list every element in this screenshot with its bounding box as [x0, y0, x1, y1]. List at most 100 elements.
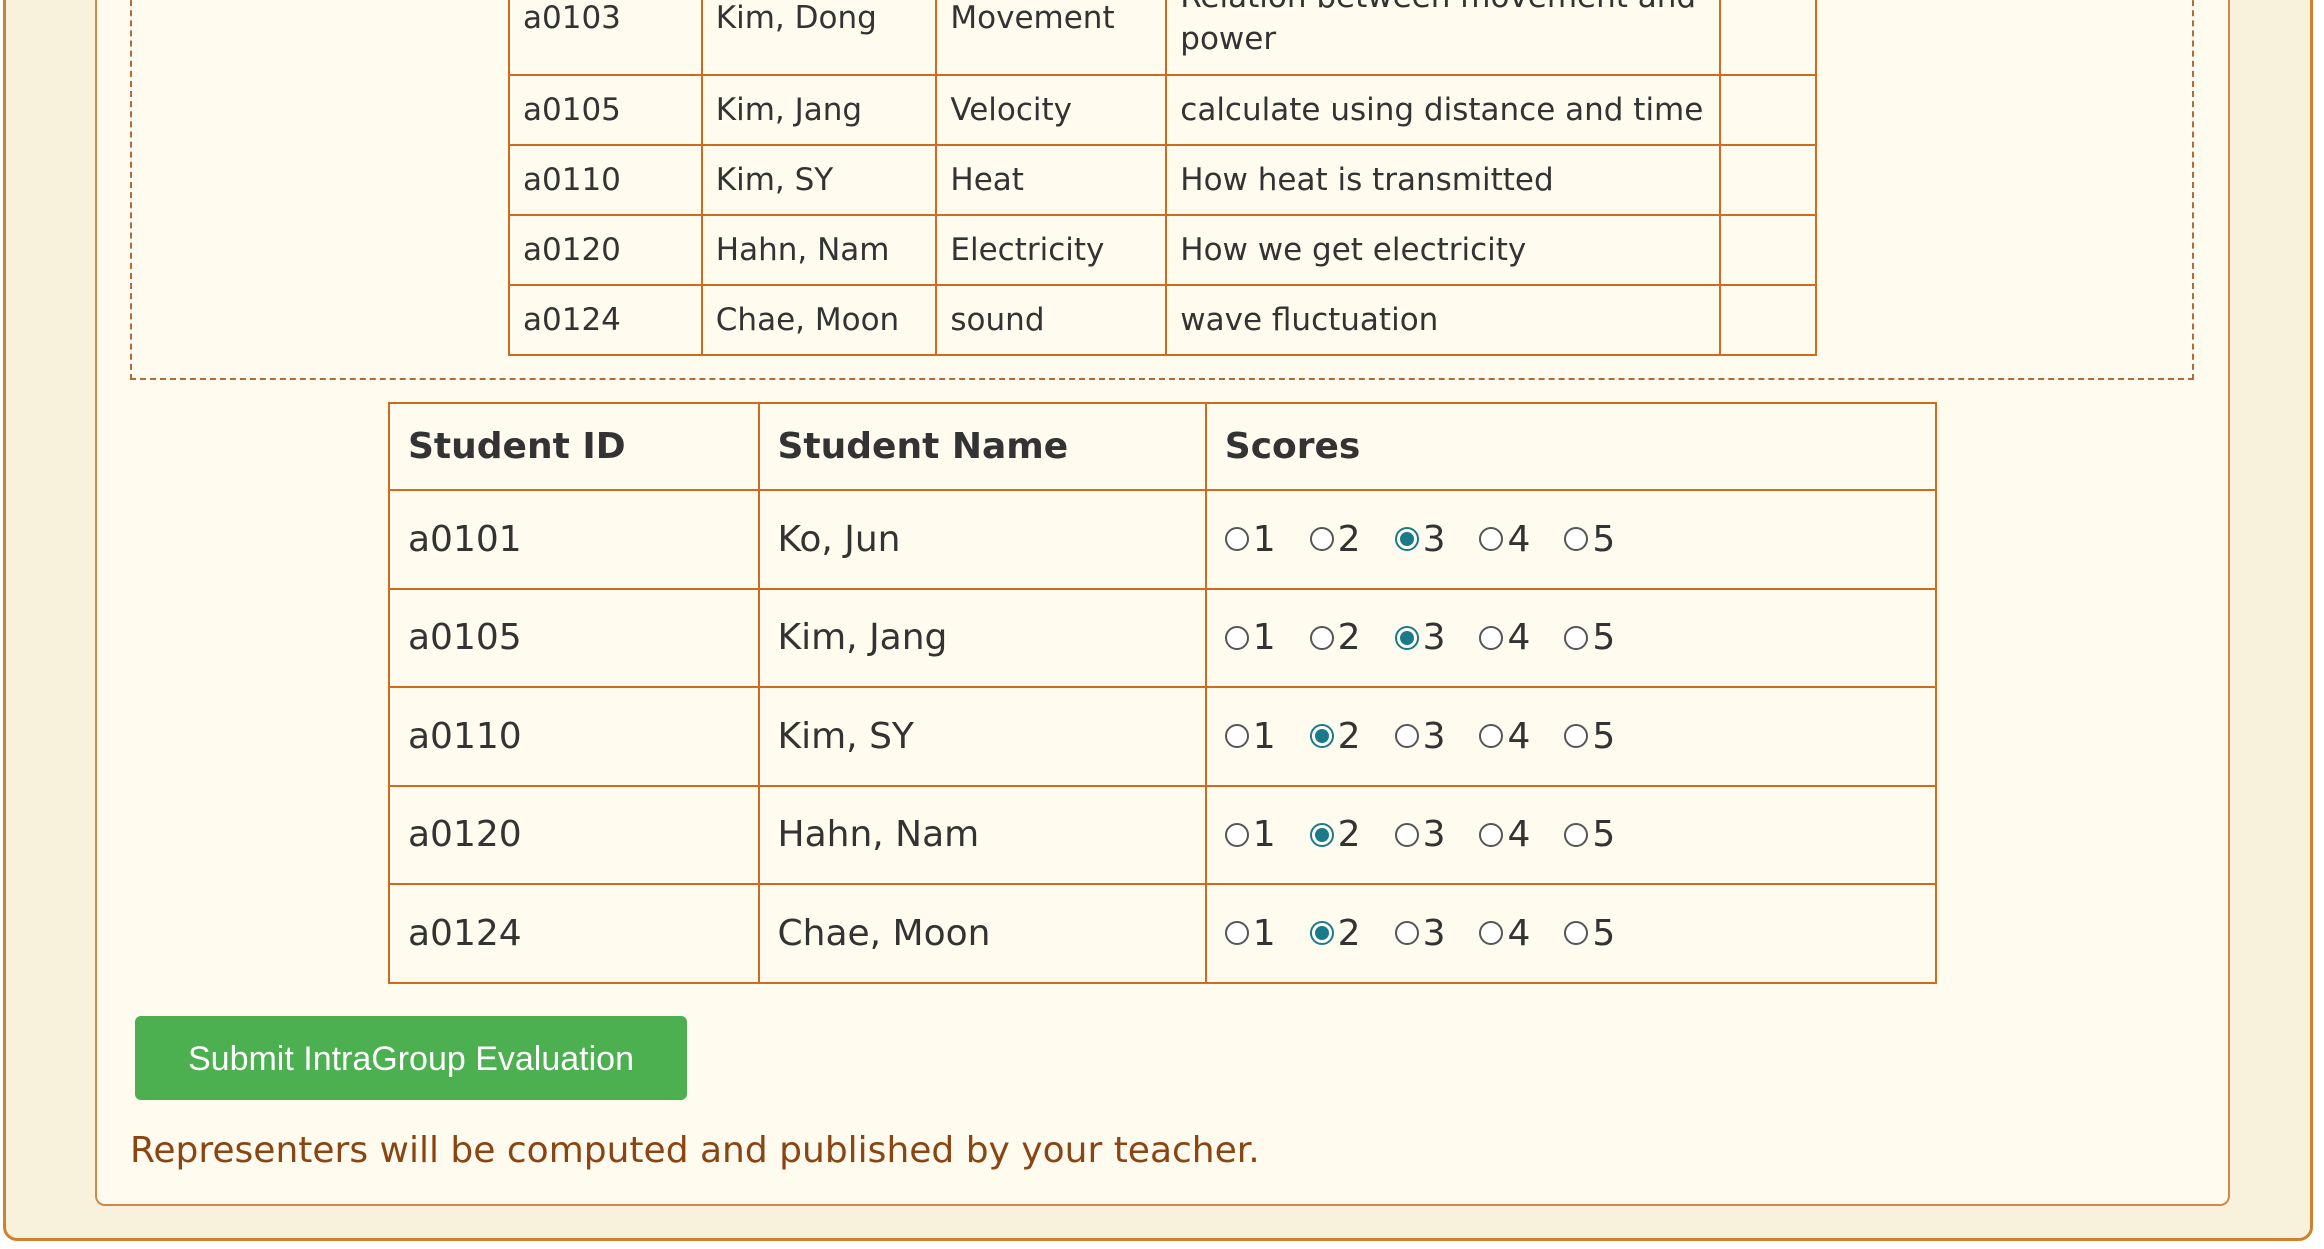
- score-radio[interactable]: [1309, 822, 1334, 847]
- score-option[interactable]: 1: [1224, 617, 1276, 659]
- topic-cell: sound: [935, 284, 1168, 356]
- score-option[interactable]: 4: [1479, 814, 1530, 855]
- score-option-label: 3: [1422, 715, 1446, 757]
- score-option[interactable]: 2: [1309, 814, 1361, 856]
- score-radio[interactable]: [1394, 625, 1419, 650]
- score-option[interactable]: 4: [1479, 617, 1530, 658]
- table-row: a0105 Kim, Jang 1 2 3 4 5: [388, 587, 1938, 688]
- score-radio[interactable]: [1394, 822, 1419, 847]
- score-option[interactable]: 5: [1564, 519, 1615, 560]
- score-option[interactable]: 5: [1564, 913, 1615, 954]
- table-row: a0120 Hahn, Nam 1 2 3 4 5: [388, 784, 1938, 885]
- score-radio[interactable]: [1224, 921, 1249, 946]
- score-option[interactable]: 3: [1394, 519, 1445, 560]
- score-option[interactable]: 1: [1224, 715, 1276, 757]
- score-radio[interactable]: [1309, 625, 1334, 650]
- student-name-cell: Hahn, Nam: [700, 214, 938, 286]
- question-cell: calculate using distance and time: [1165, 74, 1722, 146]
- header-scores: Scores: [1204, 402, 1938, 491]
- score-radio[interactable]: [1309, 921, 1334, 946]
- score-radio[interactable]: [1564, 527, 1589, 552]
- score-table: Student ID Student Name Scores a0101 Ko, …: [388, 402, 1938, 984]
- table-header-row: Student ID Student Name Scores: [388, 402, 1938, 491]
- score-option-label: 4: [1507, 518, 1531, 560]
- student-id-cell: a0101: [388, 489, 760, 590]
- score-radio[interactable]: [1564, 921, 1589, 946]
- extra-cell: [1719, 74, 1817, 146]
- score-option[interactable]: 1: [1224, 814, 1276, 855]
- score-option[interactable]: 3: [1394, 715, 1446, 757]
- student-name-cell: Kim, SY: [700, 144, 938, 216]
- score-option-label: 5: [1592, 715, 1616, 757]
- header-student-name: Student Name: [757, 402, 1207, 491]
- score-radio[interactable]: [1224, 724, 1249, 749]
- question-cell: wave fluctuation: [1165, 284, 1722, 356]
- score-option[interactable]: 2: [1309, 617, 1361, 658]
- score-option-label: 5: [1592, 617, 1616, 659]
- score-option[interactable]: 4: [1479, 716, 1530, 757]
- score-option-label: 4: [1507, 814, 1531, 856]
- score-radio[interactable]: [1309, 527, 1334, 552]
- score-option-label: 1: [1252, 715, 1276, 757]
- score-option[interactable]: 5: [1564, 716, 1615, 757]
- score-radio[interactable]: [1224, 822, 1249, 847]
- table-row: a0120 Hahn, Nam Electricity How we get e…: [508, 214, 1817, 286]
- score-radio[interactable]: [1224, 625, 1249, 650]
- score-options-cell: 1 2 3 4 5: [1204, 587, 1938, 688]
- topic-cell: Electricity: [935, 214, 1168, 286]
- score-option[interactable]: 3: [1394, 814, 1446, 856]
- student-id-cell: a0120: [388, 784, 760, 885]
- score-option[interactable]: 2: [1309, 716, 1361, 757]
- header-student-id: Student ID: [388, 402, 760, 491]
- teacher-note: Representers will be computed and publis…: [130, 1130, 1260, 1171]
- score-option[interactable]: 4: [1479, 913, 1530, 954]
- score-radio[interactable]: [1564, 625, 1589, 650]
- score-radio[interactable]: [1224, 527, 1249, 552]
- score-option[interactable]: 4: [1479, 519, 1530, 560]
- score-radio[interactable]: [1479, 921, 1504, 946]
- table-row: a0101 Ko, Jun 1 2 3 4 5: [388, 489, 1938, 590]
- score-option-label: 5: [1592, 912, 1616, 954]
- score-radio[interactable]: [1564, 724, 1589, 749]
- score-options-cell: 1 2 3 4 5: [1204, 883, 1938, 984]
- extra-cell: [1719, 0, 1817, 76]
- score-option[interactable]: 1: [1224, 518, 1276, 560]
- score-option[interactable]: 5: [1564, 617, 1615, 658]
- student-name-cell: Chae, Moon: [757, 883, 1207, 984]
- score-option[interactable]: 3: [1394, 617, 1445, 658]
- score-option-label: 1: [1252, 617, 1276, 659]
- score-option-label: 2: [1337, 814, 1361, 856]
- topic-cell: Movement: [935, 0, 1168, 76]
- score-radio[interactable]: [1394, 921, 1419, 946]
- score-radio-group: 1 2 3 4 5: [1224, 518, 1917, 560]
- score-radio[interactable]: [1394, 724, 1419, 749]
- student-name-cell: Hahn, Nam: [757, 784, 1207, 885]
- score-radio[interactable]: [1479, 724, 1504, 749]
- score-radio[interactable]: [1479, 527, 1504, 552]
- score-radio[interactable]: [1309, 724, 1334, 749]
- student-name-cell: Kim, Jang: [757, 587, 1207, 688]
- score-radio[interactable]: [1479, 625, 1504, 650]
- submit-evaluation-button[interactable]: Submit IntraGroup Evaluation: [135, 1016, 687, 1100]
- score-radio-group: 1 2 3 4 5: [1224, 814, 1917, 856]
- score-radio[interactable]: [1564, 822, 1589, 847]
- score-options-cell: 1 2 3 4 5: [1204, 686, 1938, 787]
- table-row: a0103 Kim, Dong Movement Relation betwee…: [508, 0, 1817, 76]
- question-line: power: [1180, 21, 1277, 57]
- question-cell: How we get electricity: [1165, 214, 1722, 286]
- score-option[interactable]: 3: [1394, 913, 1445, 954]
- student-name-cell: Kim, Jang: [700, 74, 938, 146]
- score-option[interactable]: 2: [1309, 518, 1361, 560]
- score-option-label: 3: [1422, 814, 1446, 856]
- score-radio[interactable]: [1479, 822, 1504, 847]
- score-option[interactable]: 5: [1564, 814, 1615, 855]
- score-option-label: 1: [1252, 518, 1276, 560]
- score-option-label: 2: [1337, 518, 1361, 560]
- score-radio[interactable]: [1394, 527, 1419, 552]
- student-id-cell: a0110: [508, 144, 703, 216]
- score-option[interactable]: 2: [1309, 912, 1361, 954]
- student-id-cell: a0124: [508, 284, 703, 356]
- student-id-cell: a0103: [508, 0, 703, 76]
- score-option-label: 2: [1337, 912, 1361, 954]
- score-option[interactable]: 1: [1224, 913, 1276, 954]
